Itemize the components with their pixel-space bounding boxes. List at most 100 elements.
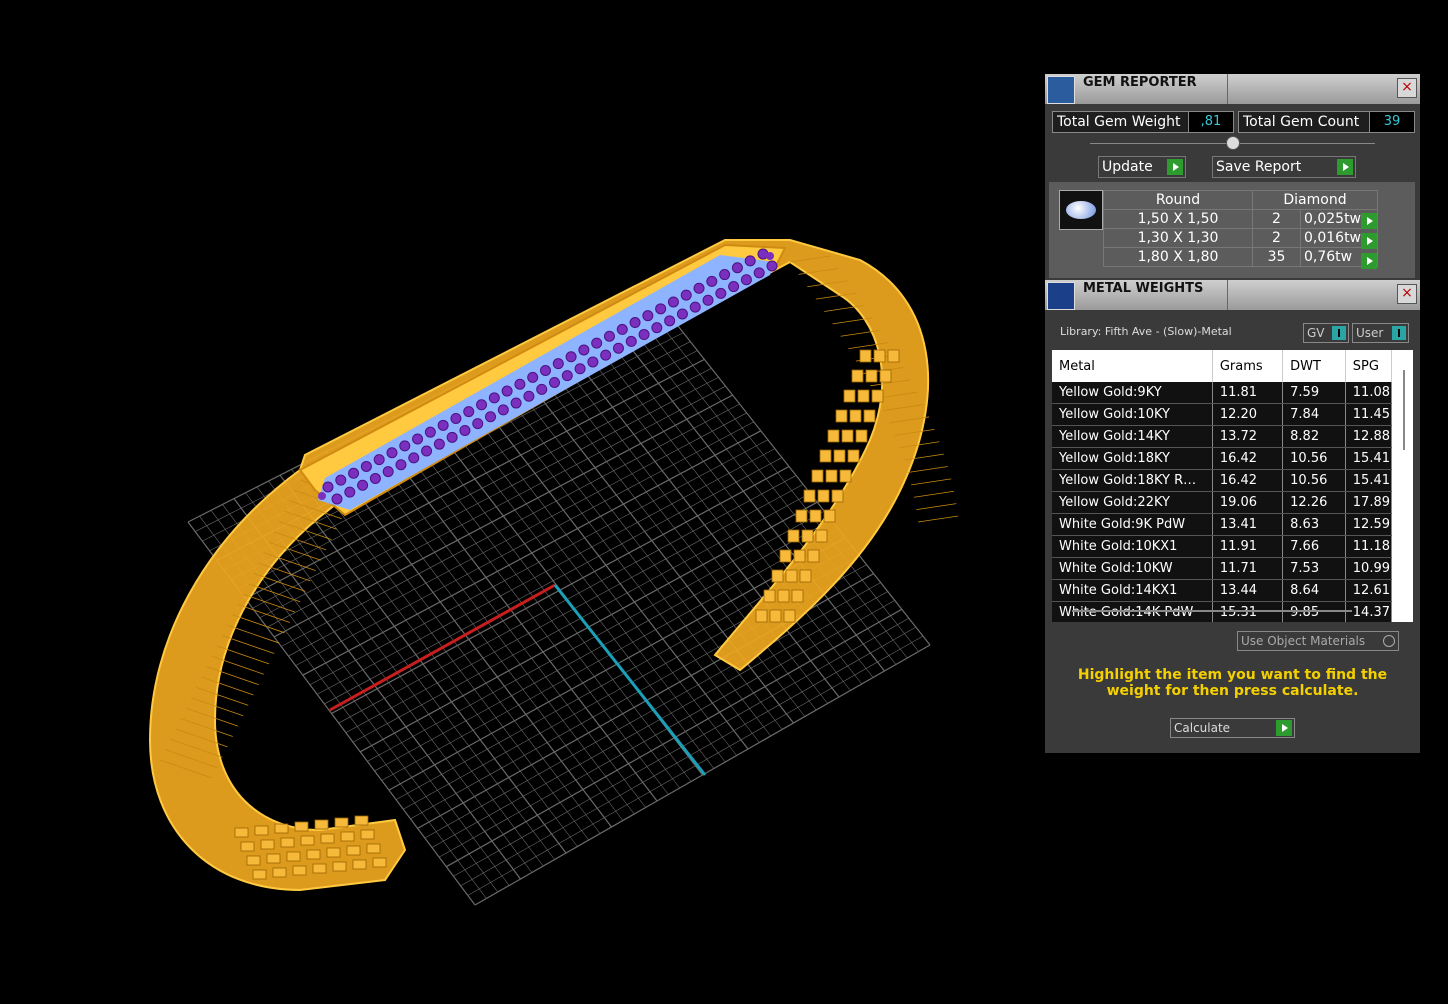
- pad-cell: [791, 589, 804, 603]
- metal-table-container[interactable]: Metal Grams DWT SPG Yellow Gold:9KY 11.81…: [1052, 350, 1413, 622]
- table-row[interactable]: Yellow Gold:14KY 13.72 8.82 12.88: [1052, 425, 1392, 448]
- round-diamond-icon[interactable]: [1059, 190, 1103, 230]
- pad-cell: [312, 863, 327, 874]
- gem-stone: [706, 275, 718, 287]
- pad-cell: [783, 609, 796, 623]
- use-object-materials-button[interactable]: Use Object Materials: [1237, 631, 1399, 651]
- table-row[interactable]: Yellow Gold:10KY 12.20 7.84 11.45: [1052, 403, 1392, 426]
- grid-line: [453, 617, 909, 877]
- pad-cell: [755, 609, 768, 623]
- gem-stone: [527, 371, 539, 383]
- pad-cell: [254, 825, 269, 836]
- grams-value: 11.91: [1212, 535, 1284, 558]
- gv-button[interactable]: GV: [1303, 323, 1349, 343]
- gem-row[interactable]: 1,30 X 1,30 2 0,016tw: [1103, 228, 1379, 248]
- gem-stone: [424, 426, 436, 438]
- gem-stone: [616, 323, 628, 335]
- pad-cell: [280, 837, 295, 848]
- pad-cell: [823, 509, 836, 523]
- gem-stone: [731, 262, 743, 274]
- gem-stone: [382, 466, 394, 478]
- gem-row[interactable]: 1,50 X 1,50 2 0,025tw: [1103, 209, 1379, 229]
- collapse-toggle-icon[interactable]: [1226, 136, 1240, 150]
- pad-cell: [839, 469, 852, 483]
- pad-cell: [779, 549, 792, 563]
- row-select-icon[interactable]: [1361, 233, 1377, 249]
- gem-stone: [629, 317, 641, 329]
- gem-count: 35: [1252, 247, 1301, 267]
- metal-name: Yellow Gold:9KY: [1052, 382, 1213, 404]
- gem-stone: [693, 282, 705, 294]
- gem-stone: [587, 356, 599, 368]
- gem-stone: [395, 459, 407, 471]
- metal-table: Metal Grams DWT SPG Yellow Gold:9KY 11.81…: [1052, 350, 1392, 622]
- gem-type-header: Diamond: [1252, 190, 1378, 210]
- close-icon[interactable]: ×: [1397, 284, 1417, 304]
- calculate-button[interactable]: Calculate: [1170, 718, 1295, 738]
- gem-table-area: Round Diamond 1,50 X 1,50 2 0,025tw 1,30…: [1049, 182, 1415, 278]
- pad-cell: [801, 529, 814, 543]
- gem-reporter-icon: [1047, 76, 1075, 104]
- grams-value: 16.42: [1212, 447, 1284, 470]
- spg-value: 14.37: [1345, 601, 1392, 622]
- col-spg-header[interactable]: SPG: [1345, 350, 1392, 382]
- table-row[interactable]: White Gold:9K PdW 13.41 8.63 12.59: [1052, 513, 1392, 536]
- use-object-materials-label: Use Object Materials: [1241, 634, 1366, 648]
- band-wire-line: [913, 490, 955, 498]
- col-dwt-header[interactable]: DWT: [1282, 350, 1346, 382]
- table-row[interactable]: Yellow Gold:22KY 19.06 12.26 17.89: [1052, 491, 1392, 514]
- pad-cell: [833, 449, 846, 463]
- pad-cell: [851, 369, 864, 383]
- pad-cell: [352, 859, 367, 870]
- pad-cell: [831, 489, 844, 503]
- total-gem-weight-value: ,81: [1188, 112, 1233, 132]
- gem-reporter-titlebar[interactable]: GEM REPORTER ×: [1045, 74, 1420, 104]
- gem-stone: [318, 492, 326, 500]
- table-row[interactable]: White Gold:14KX1 13.44 8.64 12.61: [1052, 579, 1392, 602]
- total-gem-count-field: Total Gem Count 39: [1238, 111, 1415, 133]
- dwt-value: 7.53: [1282, 557, 1346, 580]
- user-button[interactable]: User: [1352, 323, 1409, 343]
- table-row[interactable]: White Gold:10KW 11.71 7.53 10.99: [1052, 557, 1392, 580]
- gem-stone: [574, 363, 586, 375]
- gem-stone: [476, 399, 488, 411]
- gem-stone: [536, 383, 548, 395]
- gem-stone: [399, 440, 411, 452]
- pad-cell: [272, 867, 287, 878]
- pad-cell: [803, 489, 816, 503]
- save-report-button[interactable]: Save Report: [1212, 156, 1356, 178]
- row-select-icon[interactable]: [1361, 253, 1377, 269]
- pad-cell: [274, 823, 289, 834]
- gem-stone: [715, 287, 727, 299]
- col-metal-header[interactable]: Metal: [1052, 350, 1213, 382]
- pad-cell: [372, 857, 387, 868]
- info-icon: [1332, 326, 1346, 340]
- pad-cell: [811, 469, 824, 483]
- table-row[interactable]: Yellow Gold:18KY 16.42 10.56 15.41: [1052, 447, 1392, 470]
- gem-row[interactable]: 1,80 X 1,80 35 0,76tw: [1103, 247, 1379, 267]
- gem-stone: [344, 486, 356, 498]
- pad-cell: [795, 509, 808, 523]
- update-button[interactable]: Update: [1098, 156, 1186, 178]
- pad-cell: [819, 449, 832, 463]
- vertical-scrollbar[interactable]: [1403, 370, 1405, 450]
- metal-name: White Gold:10KW: [1052, 557, 1213, 580]
- gem-stone: [552, 358, 564, 370]
- calculate-label: Calculate: [1174, 721, 1231, 735]
- row-select-icon[interactable]: [1361, 213, 1377, 229]
- close-icon[interactable]: ×: [1397, 78, 1417, 98]
- band-wire-line: [232, 614, 285, 634]
- table-row[interactable]: Yellow Gold:9KY 11.81 7.59 11.08: [1052, 382, 1392, 404]
- gem-stone: [591, 337, 603, 349]
- table-row[interactable]: White Gold:10KX1 11.91 7.66 11.18: [1052, 535, 1392, 558]
- horizontal-scrollbar[interactable]: [1072, 610, 1352, 612]
- metal-name: Yellow Gold:10KY: [1052, 403, 1213, 426]
- gem-stone: [450, 412, 462, 424]
- viewport-canvas[interactable]: [0, 0, 1040, 1000]
- col-grams-header[interactable]: Grams: [1212, 350, 1284, 382]
- table-row[interactable]: Yellow Gold:18KY R… 16.42 10.56 15.41: [1052, 469, 1392, 492]
- 3d-viewport[interactable]: [0, 0, 1040, 1000]
- metal-weights-titlebar[interactable]: METAL WEIGHTS ×: [1045, 280, 1420, 310]
- pad-cell: [785, 569, 798, 583]
- user-label: User: [1356, 326, 1384, 340]
